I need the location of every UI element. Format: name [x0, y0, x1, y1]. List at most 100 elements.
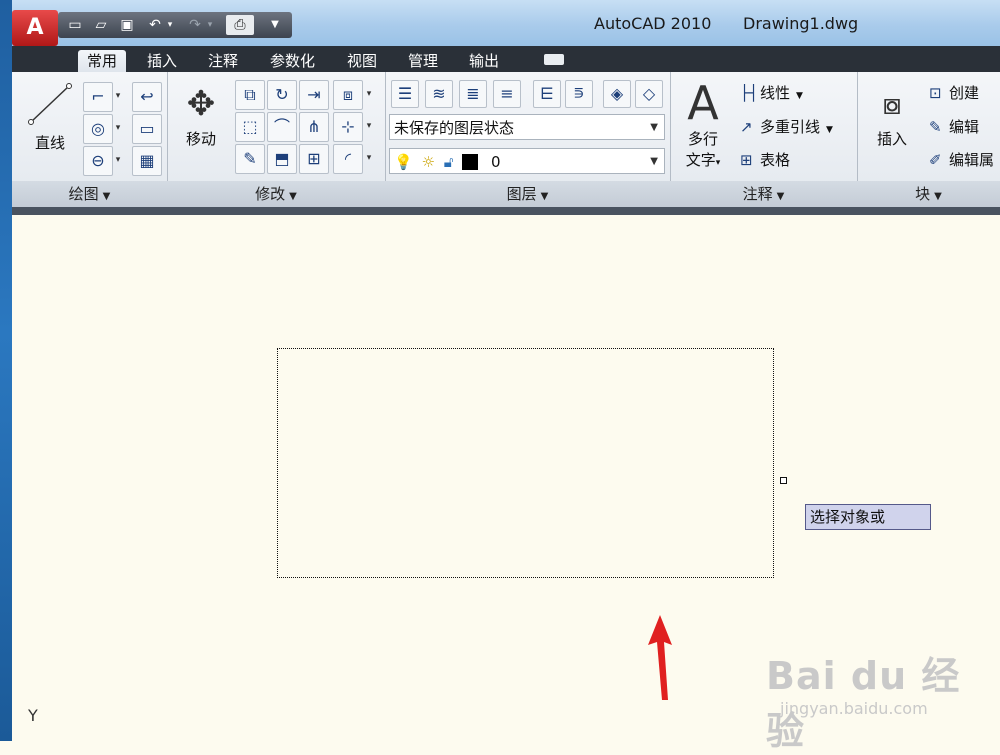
ucs-y-label: Y: [28, 706, 38, 725]
tab-output[interactable]: 输出: [460, 50, 508, 72]
plot-icon[interactable]: ⎙: [226, 15, 254, 35]
explode-dropdown-icon[interactable]: ▾: [363, 112, 375, 140]
fillet-icon[interactable]: ◜: [333, 144, 363, 174]
linear-dimension-icon: ├┤: [740, 84, 759, 102]
explode-icon[interactable]: ⊹: [333, 112, 363, 142]
arc-icon[interactable]: ↩: [132, 82, 162, 112]
ucs-icon: Y: [28, 706, 38, 725]
create-block-button[interactable]: ⊡ 创建: [929, 82, 979, 104]
tab-manage[interactable]: 管理: [399, 50, 447, 72]
layer-isolate-icon[interactable]: ≣: [459, 80, 487, 108]
layer-match-icon[interactable]: ◈: [603, 80, 631, 108]
multileader-button[interactable]: ↗ 多重引线 ▼: [740, 116, 833, 141]
insert-block-button[interactable]: ⧇ 插入: [865, 82, 919, 162]
panel-annotation-title[interactable]: 注释 ▼: [670, 181, 857, 207]
line-button[interactable]: 直线: [22, 80, 78, 160]
drawing-canvas[interactable]: 选择对象或 Bai du 经验 jingyan.baidu.com Y: [12, 215, 1000, 753]
save-icon[interactable]: ▣: [116, 15, 138, 35]
circle-icon[interactable]: ◎: [83, 114, 113, 144]
current-layer-name: 0: [491, 153, 501, 171]
panel-layers-title[interactable]: 图层 ▼: [385, 181, 670, 207]
rotate-icon[interactable]: ↻: [267, 80, 297, 110]
quick-access-toolbar: ▭ ▱ ▣ ↶ ▾ ↷ ▾ ⎙ ▼: [58, 12, 292, 38]
mirror-icon[interactable]: ⋔: [299, 112, 329, 142]
panel-draw: 直线 ⌐ ▾ ◎ ▾ ⊖ ▾ ↩ ▭ ▦ 绘图 ▼: [12, 72, 168, 207]
redo-dropdown-icon[interactable]: ▾: [204, 15, 216, 35]
circle-dropdown-icon[interactable]: ▾: [112, 114, 124, 142]
watermark: Bai du 经验 jingyan.baidu.com: [766, 635, 998, 753]
more-icon[interactable]: ▼: [264, 15, 286, 35]
undo-icon[interactable]: ↶: [144, 15, 166, 35]
tab-home[interactable]: 常用: [78, 50, 127, 72]
offset-icon[interactable]: ⬚: [235, 112, 265, 142]
color-swatch: [462, 154, 479, 170]
edit-attributes-button[interactable]: ✐ 编辑属: [929, 149, 994, 171]
chevron-down-icon: ▼: [934, 191, 942, 202]
polyline-icon[interactable]: ⌐: [83, 82, 113, 112]
ribbon-tab-bar: 常用 插入 注释 参数化 视图 管理 输出: [12, 46, 1000, 72]
linear-dimension-button[interactable]: ├┤ 线性 ▼: [740, 82, 803, 107]
move-icon: ✥: [186, 84, 216, 124]
copy-icon[interactable]: ⧉: [235, 80, 265, 110]
line-label: 直线: [34, 134, 65, 152]
panel-block-title-text: 块: [915, 185, 931, 203]
tab-insert[interactable]: 插入: [138, 50, 186, 72]
move-button[interactable]: ✥ 移动: [177, 80, 225, 160]
redo-icon[interactable]: ↷: [184, 15, 206, 35]
mtext-label-2: 文字: [685, 151, 716, 169]
ellipse-icon[interactable]: ⊖: [83, 146, 113, 176]
watermark-url: jingyan.baidu.com: [780, 699, 928, 718]
sun-icon: ☼: [421, 153, 435, 171]
mtext-button[interactable]: A 多行 文字▾: [676, 78, 730, 174]
panel-draw-title[interactable]: 绘图 ▼: [12, 181, 167, 207]
polyline-dropdown-icon[interactable]: ▾: [112, 82, 124, 110]
layer-off-icon[interactable]: ⋾: [565, 80, 593, 108]
layer-previous-icon[interactable]: ◇: [635, 80, 663, 108]
multileader-icon: ↗: [740, 118, 753, 136]
panel-annotation: A 多行 文字▾ ├┤ 线性 ▼ ↗ 多重引线 ▼ ⊞ 表格 注释 ▼: [670, 72, 858, 207]
chevron-down-icon: ▼: [650, 122, 658, 133]
scale-icon[interactable]: ⬒: [267, 144, 297, 174]
ellipse-dropdown-icon[interactable]: ▾: [112, 146, 124, 174]
panel-layers-title-text: 图层: [506, 185, 537, 203]
edit-block-button[interactable]: ✎ 编辑: [929, 116, 979, 138]
stretch-icon[interactable]: ⌒: [267, 112, 297, 142]
table-button[interactable]: ⊞ 表格: [740, 149, 790, 171]
fillet-dropdown-icon[interactable]: ▾: [363, 144, 375, 172]
insert-block-icon: ⧇: [882, 87, 902, 122]
trim-icon[interactable]: ⇥: [299, 80, 329, 110]
application-menu-button[interactable]: A: [12, 10, 58, 46]
panel-modify-title[interactable]: 修改 ▼: [167, 181, 385, 207]
new-icon[interactable]: ▭: [64, 15, 86, 35]
panel-draw-title-text: 绘图: [68, 185, 99, 203]
rectangle-icon[interactable]: ▭: [132, 114, 162, 144]
undo-dropdown-icon[interactable]: ▾: [164, 15, 176, 35]
linear-label: 线性: [760, 84, 791, 102]
hatch-icon[interactable]: ▦: [132, 146, 162, 176]
layer-dropdown[interactable]: 💡 ☼ 🔓︎ 0 ▼: [389, 148, 665, 174]
tab-parametric[interactable]: 参数化: [261, 50, 324, 72]
open-icon[interactable]: ▱: [90, 15, 112, 35]
layer-freeze-icon[interactable]: ⋿: [533, 80, 561, 108]
tab-annotate[interactable]: 注释: [199, 50, 247, 72]
match-properties-icon[interactable]: ✎: [235, 144, 265, 174]
chevron-down-icon: ▼: [540, 191, 549, 202]
array-icon[interactable]: ⊞: [299, 144, 329, 174]
chevron-down-icon: ▼: [650, 156, 658, 167]
tab-view[interactable]: 视图: [338, 50, 386, 72]
title-bar: A ▭ ▱ ▣ ↶ ▾ ↷ ▾ ⎙ ▼ AutoCAD 2010 Drawing…: [12, 0, 1000, 46]
layer-unisolate-icon[interactable]: ≡: [493, 80, 521, 108]
layer-state-dropdown[interactable]: 未保存的图层状态 ▼: [389, 114, 665, 140]
erase-dropdown-icon[interactable]: ▾: [363, 80, 375, 108]
layer-properties-icon[interactable]: ☰: [391, 80, 419, 108]
chevron-down-icon: ▼: [289, 191, 297, 202]
minimize-ribbon-toggle[interactable]: [544, 54, 564, 65]
edit-block-icon: ✎: [929, 118, 942, 136]
create-label: 创建: [949, 84, 980, 102]
erase-icon[interactable]: ⧈: [333, 80, 363, 110]
chevron-down-icon: ▾: [715, 158, 721, 168]
panel-block-title[interactable]: 块 ▼: [857, 181, 1000, 207]
layer-state-value: 未保存的图层状态: [394, 119, 515, 137]
layer-states-icon[interactable]: ≋: [425, 80, 453, 108]
mtext-label-1: 多行: [687, 130, 718, 148]
